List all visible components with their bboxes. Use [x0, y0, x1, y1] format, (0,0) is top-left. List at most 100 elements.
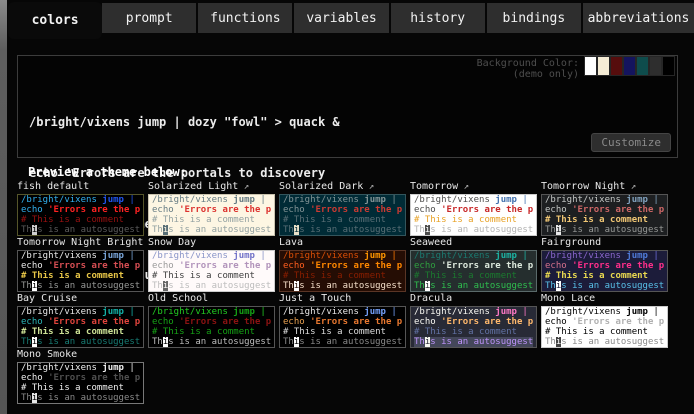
theme-sample-line-1: /bright/vixens jump | dozy " [545, 251, 664, 261]
segment-echo: echo [21, 261, 48, 271]
theme-name: Bay Cruise [17, 293, 77, 304]
external-link-icon[interactable]: ↗ [625, 182, 636, 192]
tab-abbreviations[interactable]: abbreviations [583, 3, 694, 33]
segment-str: 'Errors are the portals [310, 205, 402, 215]
segment-echo: echo [414, 261, 441, 271]
theme-preview-tomorrow-night-bright[interactable]: /bright/vixens jump | dozy "echo 'Errors… [17, 250, 144, 292]
theme-preview-fish-default[interactable]: /bright/vixens jump | dozy "echo 'Errors… [17, 194, 144, 236]
segment-pipe: | [648, 251, 664, 261]
external-link-icon[interactable]: ↗ [363, 182, 374, 192]
theme-preview-tomorrow[interactable]: /bright/vixens jump | dozy "echo 'Errors… [410, 194, 537, 236]
segment-echo: echo [545, 317, 572, 327]
segment-cmd: jump [364, 195, 386, 205]
tab-history[interactable]: history [391, 3, 487, 33]
segment-comment: # This is a comment [21, 327, 124, 337]
external-link-icon[interactable]: ↗ [238, 182, 249, 192]
tab-bindings[interactable]: bindings [487, 3, 583, 33]
theme-preview-bay-cruise[interactable]: /bright/vixens jump | dozy "echo 'Errors… [17, 306, 144, 348]
segment-auto: s is an autosuggestion [299, 281, 402, 291]
segment-auto: s is an autosuggestion [430, 337, 533, 347]
segment-comment: # This is a comment [414, 215, 517, 225]
bg-swatch-3[interactable] [623, 56, 636, 76]
theme-card-dracula: Dracula/bright/vixens jump | dozy "echo … [410, 293, 537, 348]
theme-name: fish default [17, 181, 89, 192]
tab-prompt[interactable]: prompt [102, 3, 198, 33]
theme-name: Mono Smoke [17, 349, 77, 360]
bg-swatch-2[interactable] [610, 56, 623, 76]
segment-cmd: jump [102, 363, 124, 373]
segment-auto: Th [21, 393, 32, 403]
segment-path: /bright/vixens [283, 195, 364, 205]
theme-sample-line-3: # This is a comment [283, 271, 402, 281]
segment-auto: s is an autosuggestion [37, 337, 140, 347]
theme-sample-line-4: This is an autosuggestion [21, 337, 140, 347]
theme-preview-seaweed[interactable]: /bright/vixens jump | dozy "echo 'Errors… [410, 250, 537, 292]
segment-path: /bright/vixens [152, 195, 233, 205]
bg-swatch-0[interactable] [584, 56, 597, 76]
theme-sample-line-2: echo 'Errors are the portals [414, 205, 533, 215]
segment-str: 'Errors are the portals [48, 373, 140, 383]
segment-str: 'Errors are the portals [48, 317, 140, 327]
theme-sample-line-4: This is an autosuggestion [152, 281, 271, 291]
theme-preview-fairground[interactable]: /bright/vixens jump | dozy "echo 'Errors… [541, 250, 668, 292]
bg-swatch-6[interactable] [662, 56, 675, 76]
themes-heading: Preview a theme below: [28, 165, 187, 179]
bg-swatch-1[interactable] [597, 56, 610, 76]
theme-preview-old-school[interactable]: /bright/vixens jump | dozy "echo 'Errors… [148, 306, 275, 348]
theme-sample-line-3: # This is a comment [21, 383, 140, 393]
theme-preview-snow-day[interactable]: /bright/vixens jump | dozy "echo 'Errors… [148, 250, 275, 292]
terminal-preview-panel: Background Color: (demo only) /bright/vi… [17, 55, 678, 158]
bg-swatch-5[interactable] [649, 56, 662, 76]
theme-card-mono-smoke: Mono Smoke/bright/vixens jump | dozy "ec… [17, 349, 144, 404]
segment-auto: s is an autosuggestion [168, 225, 271, 235]
theme-preview-lava[interactable]: /bright/vixens jump | dozy "echo 'Errors… [279, 250, 406, 292]
theme-sample-line-4: This is an autosuggestion [414, 281, 533, 291]
theme-name: Tomorrow Night Bright [17, 237, 143, 248]
segment-cmd: jump [495, 251, 517, 261]
theme-sample-line-1: /bright/vixens jump | dozy " [152, 251, 271, 261]
theme-preview-dracula[interactable]: /bright/vixens jump | dozy "echo 'Errors… [410, 306, 537, 348]
theme-name: Dracula [410, 293, 452, 304]
segment-path: /bright/vixens [283, 251, 364, 261]
theme-title-just-a-touch: Just a Touch [279, 293, 406, 305]
segment-cmd: jump [233, 251, 255, 261]
theme-sample-line-2: echo 'Errors are the portals [283, 205, 402, 215]
theme-title-fish-default: fish default [17, 181, 144, 193]
theme-preview-mono-smoke[interactable]: /bright/vixens jump | dozy "echo 'Errors… [17, 362, 144, 404]
theme-title-fairground: Fairground [541, 237, 668, 249]
tab-bar: colorspromptfunctionsvariableshistorybin… [8, 0, 694, 40]
theme-sample-line-3: # This is a comment [21, 327, 140, 337]
theme-sample-line-3: # This is a comment [414, 215, 533, 225]
external-link-icon[interactable]: ↗ [458, 182, 469, 192]
segment-auto: s is an autosuggestion [37, 225, 140, 235]
theme-card-lava: Lava/bright/vixens jump | dozy "echo 'Er… [279, 237, 406, 292]
theme-sample-line-4: This is an autosuggestion [21, 225, 140, 235]
segment-pipe: | [386, 195, 402, 205]
theme-preview-tomorrow-night[interactable]: /bright/vixens jump | dozy "echo 'Errors… [541, 194, 668, 236]
theme-sample-line-1: /bright/vixens jump | dozy " [21, 307, 140, 317]
external-link-icon[interactable]: ↗ [143, 238, 144, 248]
tab-variables[interactable]: variables [294, 3, 390, 33]
segment-str: 'Errors are the portals [310, 261, 402, 271]
segment-cmd: jump [364, 307, 386, 317]
customize-button[interactable]: Customize [591, 133, 671, 152]
bg-swatch-4[interactable] [636, 56, 649, 76]
theme-title-lava: Lava [279, 237, 406, 249]
theme-preview-solarized-dark[interactable]: /bright/vixens jump | dozy "echo 'Errors… [279, 194, 406, 236]
theme-sample-line-2: echo 'Errors are the portals [545, 261, 664, 271]
segment-auto: Th [152, 337, 163, 347]
theme-sample-line-3: # This is a comment [545, 271, 664, 281]
theme-name: Snow Day [148, 237, 196, 248]
theme-name: Fairground [541, 237, 601, 248]
theme-name: Lava [279, 237, 303, 248]
theme-sample-line-1: /bright/vixens jump | dozy " [21, 251, 140, 261]
segment-str: 'Errors are the portals [48, 205, 140, 215]
tab-colors[interactable]: colors [8, 2, 102, 39]
theme-sample-line-2: echo 'Errors are the portals [21, 317, 140, 327]
theme-preview-mono-lace[interactable]: /bright/vixens jump | dozy "echo 'Errors… [541, 306, 668, 348]
theme-name: Tomorrow [410, 181, 458, 192]
theme-preview-just-a-touch[interactable]: /bright/vixens jump | dozy "echo 'Errors… [279, 306, 406, 348]
tab-functions[interactable]: functions [198, 3, 294, 33]
theme-preview-solarized-light[interactable]: /bright/vixens jump | dozy "echo 'Errors… [148, 194, 275, 236]
segment-cmd: jump [495, 195, 517, 205]
